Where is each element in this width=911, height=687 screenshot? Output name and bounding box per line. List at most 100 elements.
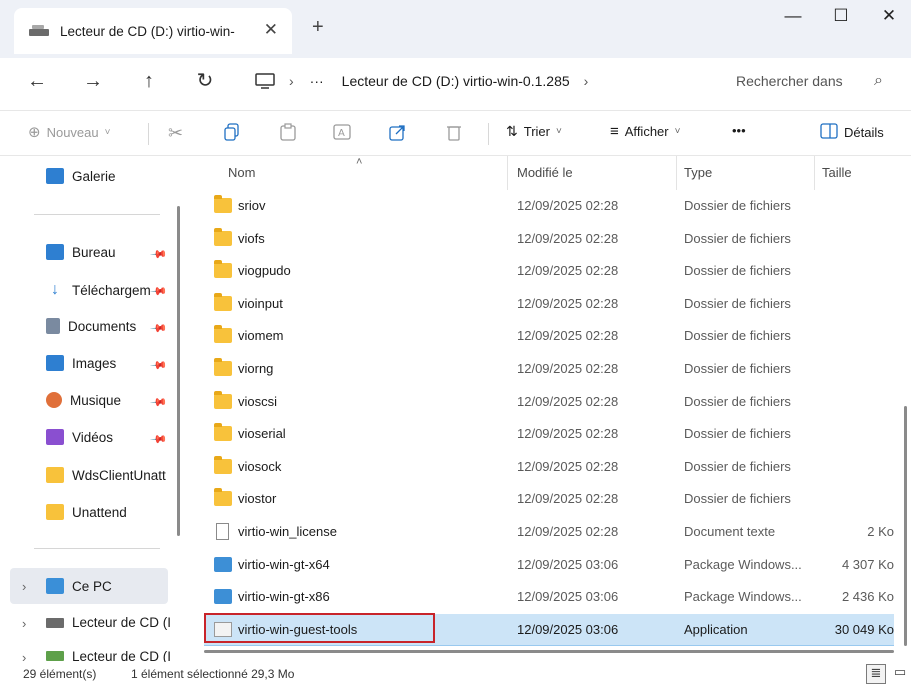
breadcrumb-path[interactable]: Lecteur de CD (D:) virtio-win-0.1.285	[342, 73, 570, 89]
file-name: viostor	[238, 491, 277, 507]
pin-icon[interactable]: 📌	[149, 393, 168, 412]
file-name: vioserial	[238, 426, 286, 442]
file-type: Application	[684, 621, 748, 637]
sidebar-item-gallery[interactable]: Galerie	[46, 168, 116, 184]
sidebar-item-downloads[interactable]: ↓ Téléchargem	[46, 281, 151, 299]
file-modified: 12/09/2025 02:28	[517, 524, 619, 539]
file-row[interactable]: virtio-win-gt-x86 12/09/2025 03:06 Package…	[204, 581, 894, 613]
file-row[interactable]: sriov 12/09/2025 02:28 Dossier de fichiers	[204, 190, 894, 222]
svg-text:A: A	[338, 128, 345, 139]
address-bar[interactable]: › ··· Lecteur de CD (D:) virtio-win-0.1.…	[243, 64, 703, 98]
file-type: Dossier de fichiers	[684, 426, 791, 442]
minimize-button[interactable]: —	[768, 6, 818, 34]
sidebar-item-cd-drive[interactable]: Lecteur de CD (I	[46, 615, 171, 630]
column-divider[interactable]	[676, 156, 677, 190]
sidebar-item-documents[interactable]: Documents	[46, 318, 136, 334]
details-view-icon[interactable]: ≣	[866, 664, 886, 684]
file-row[interactable]: viosock 12/09/2025 02:28 Dossier de fichie…	[204, 451, 894, 483]
trash-icon	[446, 123, 462, 144]
sidebar-item-label: Téléchargem	[72, 282, 151, 298]
file-row[interactable]: virtio-win-gt-x64 12/09/2025 03:06 Package…	[204, 549, 894, 581]
sidebar-item-folder[interactable]: Unattend	[46, 504, 127, 520]
file-name: viosock	[238, 458, 282, 474]
file-modified: 12/09/2025 02:28	[517, 230, 619, 246]
file-row[interactable]: viogpudo 12/09/2025 02:28 Dossier de fichi…	[204, 255, 894, 287]
paste-button[interactable]	[280, 123, 296, 144]
sidebar-item-this-pc[interactable]: Ce PC	[46, 578, 112, 594]
search-input[interactable]: Rechercher dans ⌕	[718, 64, 904, 98]
close-button[interactable]: ✕	[864, 6, 911, 34]
breadcrumb-separator: ›	[289, 73, 294, 89]
column-header-size[interactable]: Taille	[822, 165, 852, 180]
delete-button[interactable]	[446, 123, 462, 144]
column-header-row: Nom ˄ Modifié le Type Taille	[192, 156, 911, 190]
breadcrumb-separator: ›	[583, 73, 589, 89]
sidebar-divider	[34, 548, 160, 549]
expand-chevron-icon[interactable]: ›	[22, 616, 26, 631]
maximize-button[interactable]: ☐	[816, 6, 866, 34]
file-row[interactable]: virtio-win_license 12/09/2025 02:28 Docume…	[204, 516, 894, 548]
file-name: virtio-win-gt-x64	[238, 556, 330, 572]
horizontal-scrollbar[interactable]	[204, 650, 894, 653]
up-button[interactable]: ↑	[134, 66, 164, 96]
column-header-type[interactable]: Type	[684, 165, 712, 180]
column-divider[interactable]	[507, 156, 508, 190]
file-modified: 12/09/2025 02:28	[517, 393, 619, 409]
pin-icon[interactable]: 📌	[149, 356, 168, 375]
sidebar-scrollbar[interactable]	[177, 206, 180, 536]
tab-active[interactable]: Lecteur de CD (D:) virtio-win- ✕	[14, 8, 292, 54]
pin-icon[interactable]: 📌	[149, 319, 168, 338]
pin-icon[interactable]: 📌	[149, 245, 168, 264]
file-row[interactable]: vioscsi 12/09/2025 02:28 Dossier de fichie…	[204, 386, 894, 418]
text-file-icon	[216, 523, 229, 540]
share-button[interactable]	[389, 123, 407, 144]
sort-button[interactable]: ⇅ Trier ˅	[506, 123, 562, 140]
file-row[interactable]: vioinput 12/09/2025 02:28 Dossier de fichi…	[204, 288, 894, 320]
column-header-name[interactable]: Nom	[228, 165, 255, 180]
file-modified: 12/09/2025 02:28	[517, 295, 619, 311]
folder-icon	[214, 455, 232, 474]
sidebar-item-music[interactable]: Musique	[46, 392, 121, 408]
sidebar-item-desktop[interactable]: Bureau	[46, 244, 116, 260]
expand-chevron-icon[interactable]: ›	[22, 579, 26, 594]
copy-button[interactable]	[224, 123, 240, 144]
sidebar-item-videos[interactable]: Vidéos	[46, 429, 113, 445]
view-button[interactable]: ≡ Afficher ˅	[610, 123, 680, 140]
refresh-button[interactable]: ↻	[190, 66, 220, 96]
breadcrumb-more[interactable]: ···	[310, 73, 324, 89]
pin-icon[interactable]: 📌	[149, 430, 168, 449]
chevron-down-icon: ˅	[104, 126, 111, 138]
cut-button[interactable]: ✂	[168, 123, 183, 144]
more-options-button[interactable]: •••	[732, 123, 746, 138]
sidebar-item-folder[interactable]: WdsClientUnatt	[46, 467, 176, 483]
sidebar-item-images[interactable]: Images	[46, 355, 116, 371]
sidebar-item-label: WdsClientUnatt	[72, 467, 166, 483]
view-lines-icon: ≡	[610, 123, 619, 140]
sort-icon: ⇅	[506, 123, 518, 139]
tab-close-icon[interactable]: ✕	[264, 20, 278, 40]
copy-icon	[224, 123, 240, 144]
details-pane-button[interactable]: Détails	[820, 123, 884, 142]
new-tab-button[interactable]: +	[312, 16, 324, 39]
sidebar-item-cd-drive-2[interactable]: Lecteur de CD (I	[46, 650, 171, 662]
file-row[interactable]: viorng 12/09/2025 02:28 Dossier de fichier…	[204, 353, 894, 385]
column-divider[interactable]	[814, 156, 815, 190]
file-row[interactable]: viostor 12/09/2025 02:28 Dossier de fichie…	[204, 483, 894, 515]
folder-icon	[214, 488, 232, 507]
forward-button[interactable]: →	[78, 66, 108, 96]
file-name: viogpudo	[238, 263, 291, 279]
tiles-view-icon[interactable]: ▭	[890, 664, 910, 684]
back-button[interactable]: ←	[22, 66, 52, 96]
new-button[interactable]: ⊕ Nouveau ˅	[28, 123, 110, 141]
sort-button-label: Trier	[523, 124, 550, 139]
file-row[interactable]: viofs 12/09/2025 02:28 Dossier de fichiers	[204, 223, 894, 255]
rename-button[interactable]: A	[333, 123, 351, 144]
file-modified: 12/09/2025 02:28	[517, 361, 619, 376]
file-row[interactable]: vioserial 12/09/2025 02:28 Dossier de fich…	[204, 418, 894, 450]
column-header-modified[interactable]: Modifié le	[517, 165, 573, 180]
file-row[interactable]: viomem 12/09/2025 02:28 Dossier de fichier…	[204, 320, 894, 352]
folder-icon	[214, 423, 232, 442]
rename-icon: A	[333, 123, 351, 144]
pin-icon[interactable]: 📌	[149, 282, 168, 301]
vertical-scrollbar[interactable]	[904, 406, 907, 646]
